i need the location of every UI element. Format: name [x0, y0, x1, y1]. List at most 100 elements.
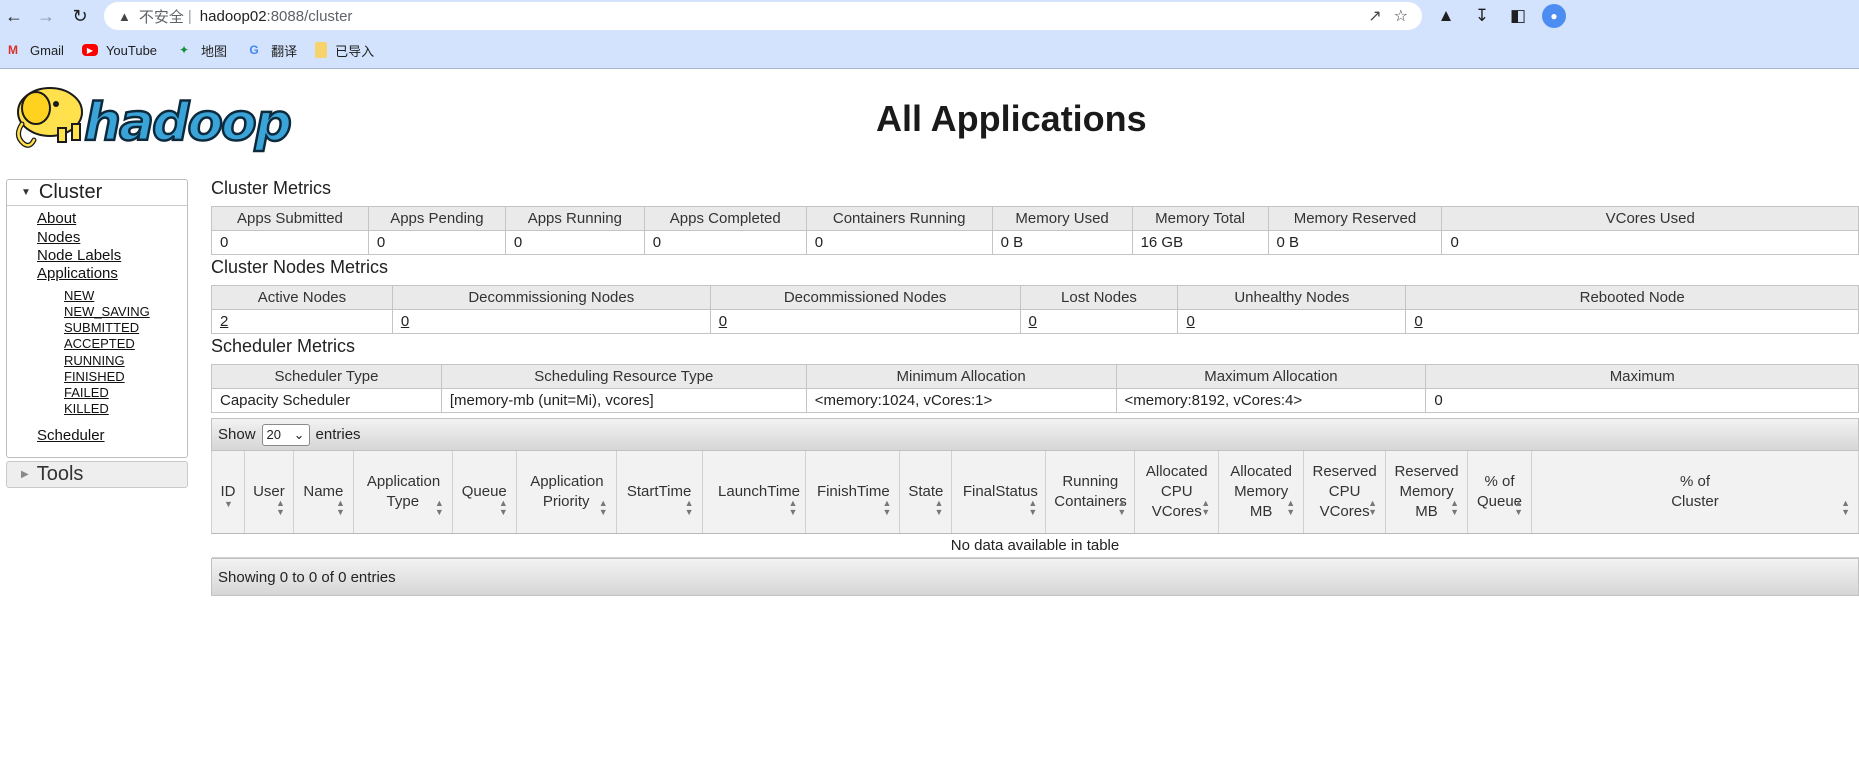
sort-both-icon: ▲ ▼	[1841, 497, 1850, 517]
column-header-label: Application Type	[366, 472, 441, 510]
cluster-metrics-value: 0	[1441, 230, 1859, 255]
column-header[interactable]: User ▲ ▼	[243, 451, 294, 534]
applications-table: ID ▼ User ▲ ▼ Name ▲ ▼ Application Type ▲ ▼ Queue ▲ ▼…	[211, 451, 1859, 558]
nav-state-finished[interactable]: FINISHED	[64, 369, 125, 384]
nodes-metrics-link[interactable]: 0	[719, 313, 727, 330]
cluster-metrics-title: Cluster Metrics	[211, 178, 332, 198]
bookmark-label: Gmail	[30, 42, 64, 58]
bookmark-gmail[interactable]: M Gmail	[4, 42, 64, 58]
reload-icon[interactable]: ↻	[68, 4, 92, 28]
cluster-metrics-header: Apps Pending	[367, 206, 506, 231]
scheduler-metrics-value: <memory:8192, vCores:4>	[1115, 388, 1427, 413]
column-header[interactable]: Running Containers ▲ ▼	[1045, 451, 1136, 534]
cluster-metrics-value: 0	[805, 230, 993, 255]
nodes-metrics-link[interactable]: 2	[220, 313, 228, 330]
labs-flask-icon[interactable]: ▲	[1434, 4, 1458, 28]
bookmark-label: 翻译	[271, 43, 298, 59]
address-bar[interactable]: ▲ 不安全 | hadoop02:8088/cluster ↗ ☆	[104, 2, 1422, 30]
cluster-metrics-header: Apps Running	[504, 206, 645, 231]
column-header[interactable]: % of Cluster ▲ ▼	[1530, 451, 1859, 534]
sort-both-icon: ▲ ▼	[684, 497, 694, 517]
cluster-metrics-value: 0	[211, 230, 369, 255]
sort-both-icon: ▲ ▼	[498, 497, 508, 517]
column-header[interactable]: Allocated Memory MB ▲ ▼	[1218, 451, 1305, 534]
gmail-icon: M	[8, 43, 18, 57]
address-host: hadoop02	[199, 7, 267, 25]
cluster-metrics-value: 0	[504, 230, 645, 255]
sort-both-icon: ▲ ▼	[1201, 497, 1211, 517]
youtube-icon: ▶	[81, 44, 98, 56]
column-header-label: Application Priority	[530, 472, 604, 510]
nav-link-nodes[interactable]: Nodes	[37, 229, 80, 246]
cluster-metrics-value: 0	[367, 230, 506, 255]
column-header[interactable]: % of Queue ▲ ▼	[1467, 451, 1532, 534]
column-header[interactable]: FinishTime ▲ ▼	[805, 451, 901, 534]
nav-state-accepted[interactable]: ACCEPTED	[64, 336, 135, 351]
svg-text:hadoop: hadoop	[84, 93, 291, 153]
column-header[interactable]: Application Priority ▲ ▼	[515, 451, 617, 534]
forward-arrow-icon[interactable]: →	[34, 4, 58, 28]
nav-state-new-saving[interactable]: NEW_SAVING	[64, 304, 150, 319]
nodes-metrics-link[interactable]: 0	[1029, 313, 1037, 330]
cluster-metrics-table: Apps Submitted Apps Pending Apps Running Ap…	[211, 206, 1859, 255]
sort-both-icon: ▲ ▼	[882, 497, 892, 517]
column-header[interactable]: FinalStatus ▲ ▼	[951, 451, 1047, 534]
bookmark-maps[interactable]: ✦ 地图	[175, 41, 227, 60]
cluster-metrics-header: Apps Completed	[643, 206, 807, 231]
sort-both-icon: ▲ ▼	[934, 497, 944, 517]
cluster-metrics-value: 0 B	[1267, 230, 1443, 255]
nav-state-submitted[interactable]: SUBMITTED	[64, 320, 139, 335]
column-header[interactable]: Application Type ▲ ▼	[352, 451, 453, 534]
page-title: All Applications	[876, 98, 1147, 139]
nav-link-node-labels[interactable]: Node Labels	[37, 247, 121, 264]
cluster-nav-header[interactable]: ▼ Cluster	[7, 180, 187, 206]
scheduler-metrics-value: <memory:1024, vCores:1>	[805, 388, 1117, 413]
page-size-select[interactable]: 20 ⌄	[261, 423, 310, 446]
nav-state-running[interactable]: RUNNING	[64, 353, 125, 368]
column-header[interactable]: Name ▲ ▼	[292, 451, 354, 534]
browser-toolbar: ← → ↻ ▲ 不安全 | hadoop02:8088/cluster ↗ ☆ …	[0, 0, 1859, 32]
page-size-value: 20	[266, 427, 281, 442]
bookmark-label: 已导入	[335, 43, 375, 59]
nodes-metrics-link[interactable]: 0	[401, 313, 409, 330]
column-header[interactable]: StartTime ▲ ▼	[615, 451, 703, 534]
column-header[interactable]: Allocated CPU VCores ▲ ▼	[1134, 451, 1220, 534]
scheduler-metrics-table: Scheduler Type Scheduling Resource Type Mi…	[211, 364, 1859, 413]
column-header[interactable]: Reserved CPU VCores ▲ ▼	[1303, 451, 1387, 534]
bookmark-imported-folder[interactable]: 已导入	[315, 41, 374, 60]
download-icon[interactable]: ↧	[1470, 4, 1494, 28]
share-icon[interactable]: ↗	[1368, 6, 1381, 26]
side-panel-icon[interactable]: ◧	[1506, 4, 1530, 28]
nodes-metrics-link[interactable]: 0	[1414, 313, 1422, 330]
back-arrow-icon[interactable]: ←	[2, 4, 26, 28]
address-separator: |	[187, 7, 192, 25]
nav-link-scheduler[interactable]: Scheduler	[37, 427, 105, 444]
nav-link-about[interactable]: About	[37, 210, 76, 227]
warning-icon[interactable]: ▲	[118, 9, 131, 24]
cluster-metrics-header: VCores Used	[1441, 206, 1859, 231]
bookmark-translate[interactable]: G 翻译	[245, 41, 297, 60]
tools-nav-header[interactable]: ▶ Tools	[6, 461, 188, 488]
table-info: Showing 0 to 0 of 0 entries	[211, 558, 1859, 596]
nav-state-killed[interactable]: KILLED	[64, 401, 109, 416]
nodes-metrics-link[interactable]: 0	[1186, 313, 1194, 330]
column-header[interactable]: LaunchTime ▲ ▼	[701, 451, 807, 534]
nodes-metrics-header: Decommissioned Nodes	[709, 285, 1021, 310]
profile-avatar[interactable]: ●	[1542, 4, 1566, 28]
column-header[interactable]: Reserved Memory MB ▲ ▼	[1385, 451, 1469, 534]
column-header[interactable]: State ▲ ▼	[899, 451, 953, 534]
hadoop-logo: hadoop	[16, 87, 294, 154]
sort-desc-icon: ▼	[224, 498, 233, 509]
nav-link-applications[interactable]: Applications	[37, 265, 118, 282]
cluster-nav-panel: ▼ Cluster About Nodes Node Labels Applic…	[6, 179, 188, 458]
bookmark-star-icon[interactable]: ☆	[1394, 6, 1408, 26]
entries-label: entries	[315, 426, 361, 443]
nodes-metrics-value: 0	[391, 309, 711, 334]
column-header[interactable]: Queue ▲ ▼	[451, 451, 517, 534]
sort-both-icon: ▲ ▼	[788, 497, 798, 517]
table-length-control: Show 20 ⌄ entries	[211, 418, 1859, 451]
nav-state-failed[interactable]: FAILED	[64, 385, 109, 400]
bookmark-youtube[interactable]: ▶ YouTube	[81, 43, 157, 58]
nav-state-new[interactable]: NEW	[64, 288, 94, 303]
column-header[interactable]: ID ▼	[211, 451, 245, 534]
